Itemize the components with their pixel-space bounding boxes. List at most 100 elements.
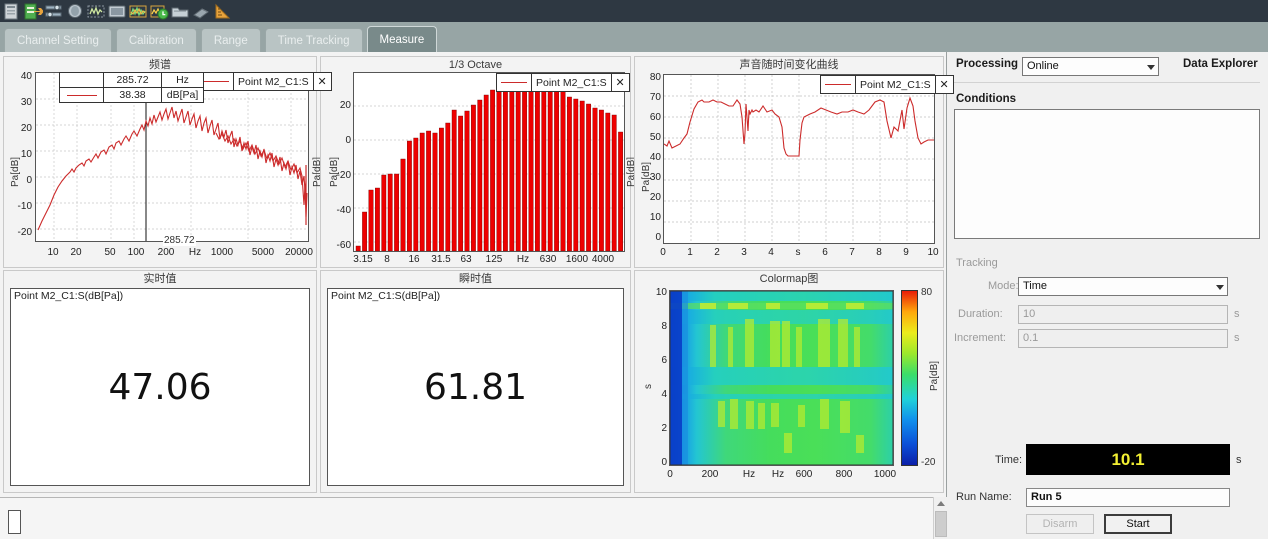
- spectrum-cursor-level: 38.38: [103, 87, 162, 103]
- tracking-row: Tracking: [956, 257, 998, 269]
- duration-value: 10: [1023, 308, 1036, 320]
- start-button[interactable]: Start: [1104, 514, 1172, 534]
- time-curve-ytick: 10: [649, 212, 661, 223]
- increment-value: 0.1: [1023, 332, 1039, 344]
- bottom-bar: [0, 497, 947, 539]
- spectrum-xtick: 100: [127, 247, 145, 258]
- spectrum-xtick: 10: [47, 247, 59, 258]
- export-data-icon[interactable]: [23, 2, 43, 21]
- spectrum-ytick: -10: [17, 201, 32, 212]
- spectrum-close-icon[interactable]: ✕: [312, 73, 331, 90]
- spectrum-panel: 频谱 Pa[dB] Pa[dB] 40 30 20 10 0 -10 -20 2…: [3, 56, 332, 268]
- colormap-ytick: 4: [661, 389, 667, 400]
- octave-xtick: 3.15: [353, 254, 373, 265]
- octave-xtick: 31.5: [431, 254, 451, 265]
- monitor-icon[interactable]: [107, 2, 127, 21]
- instant-value-panel: 瞬时值 Point M2_C1:S(dB[Pa]) 61.81: [320, 270, 631, 493]
- colormap-xtick: 0: [667, 469, 673, 480]
- instant-value-display[interactable]: Point M2_C1:S(dB[Pa]) 61.81: [327, 288, 624, 486]
- time-readout: 10.1: [1026, 444, 1230, 475]
- octave-legend-label: Point M2_C1:S: [536, 76, 607, 89]
- ruler-icon[interactable]: [212, 2, 232, 21]
- spectrum-cursor-frequency: 285.72: [103, 72, 162, 88]
- spectrum-ytick: -20: [17, 227, 32, 238]
- channel-setup-icon[interactable]: [44, 2, 64, 21]
- scroll-up-icon[interactable]: [937, 501, 945, 506]
- octave-xtick: 4000: [591, 254, 615, 265]
- colormap-xtick: 200: [701, 469, 719, 480]
- spectrum-ytick: 40: [20, 71, 32, 82]
- tab-measure[interactable]: Measure: [366, 26, 438, 52]
- octave-plot[interactable]: [353, 72, 625, 252]
- tab-time-tracking[interactable]: Time Tracking: [264, 28, 363, 52]
- data-explorer-label: Data Explorer: [1183, 58, 1258, 70]
- tracking-label: Tracking: [956, 257, 998, 269]
- time-row: Time:: [995, 454, 1022, 466]
- tab-calibration[interactable]: Calibration: [115, 28, 197, 52]
- eraser-icon[interactable]: [191, 2, 211, 21]
- duration-label: Duration:: [958, 308, 1003, 320]
- octave-xtick: 63: [460, 254, 472, 265]
- workspace-scrollbar[interactable]: [933, 497, 947, 539]
- increment-unit: s: [1234, 332, 1240, 344]
- octave-xtick: 8: [384, 254, 390, 265]
- colormap-xtick: 600: [795, 469, 813, 480]
- colormap-plot[interactable]: [669, 290, 894, 466]
- spectrum-ytick: 30: [20, 97, 32, 108]
- time-curve-xtick: 7: [849, 247, 855, 258]
- time-curve-xtick: 6: [822, 247, 828, 258]
- octave-xtick: 125: [485, 254, 503, 265]
- colormap-ytick: 10: [655, 287, 667, 298]
- duration-input[interactable]: 10: [1018, 305, 1228, 324]
- spectrum-xtick: 50: [104, 247, 116, 258]
- tab-channel-setting[interactable]: Channel Setting: [4, 28, 112, 52]
- processing-select[interactable]: Online: [1022, 57, 1159, 76]
- scrollbar-thumb[interactable]: [935, 511, 947, 537]
- spectrum-xtick: 20000: [285, 247, 313, 258]
- folder-icon[interactable]: [170, 2, 190, 21]
- run-name-input[interactable]: Run 5: [1026, 488, 1230, 507]
- disarm-button[interactable]: Disarm: [1026, 514, 1094, 534]
- spectrum-title: 频谱: [149, 59, 171, 71]
- octave-legend-swatch: [497, 74, 532, 91]
- time-curve-close-icon[interactable]: ✕: [934, 76, 953, 93]
- time-curve-panel: 声音随时间变化曲线 Pa[dB] 80 70 60 50 40 30 20 10…: [634, 56, 954, 268]
- report-icon[interactable]: [2, 2, 22, 21]
- colormap-ytick: 0: [661, 457, 667, 468]
- time-curve-ytick: 0: [655, 232, 661, 243]
- tab-range[interactable]: Range: [200, 28, 261, 52]
- time-curve-x-axis-label: s: [795, 247, 801, 258]
- record-icon[interactable]: [149, 2, 169, 21]
- realtime-value-display[interactable]: Point M2_C1:S(dB[Pa]) 47.06: [10, 288, 310, 486]
- waveform-view-icon[interactable]: [86, 2, 106, 21]
- spectrum-legend: Point M2_C1:S ✕: [198, 72, 332, 91]
- spectrum-xtick: 1000: [210, 247, 234, 258]
- spectrum-ytick: 10: [20, 149, 32, 160]
- microphone-icon[interactable]: [65, 2, 85, 21]
- multi-trace-icon[interactable]: [128, 2, 148, 21]
- run-name-value: Run 5: [1031, 491, 1062, 503]
- octave-xtick: 630: [539, 254, 557, 265]
- duration-unit: s: [1234, 308, 1240, 320]
- bottom-placeholder-box[interactable]: [8, 510, 21, 534]
- spectrum-ytick: 0: [26, 175, 32, 186]
- octave-ytick: -40: [336, 205, 351, 216]
- colormap-colorbar: [901, 290, 918, 466]
- octave-close-icon[interactable]: ✕: [610, 74, 629, 91]
- instant-value-number: 61.81: [423, 367, 528, 408]
- time-curve-legend-swatch: [821, 76, 856, 93]
- realtime-value-panel: 实时值 Point M2_C1:S(dB[Pa]) 47.06: [3, 270, 317, 493]
- mode-select[interactable]: Time: [1018, 277, 1228, 296]
- right-sidebar: Processing Online Data Explorer Conditio…: [948, 52, 1268, 539]
- instant-value-label: Point M2_C1:S(dB[Pa]): [331, 290, 441, 302]
- time-curve-ytick: 20: [649, 192, 661, 203]
- time-curve-ytick: 80: [649, 72, 661, 83]
- time-curve-plot[interactable]: [663, 74, 935, 244]
- spectrum-cursor-level-unit: dB[Pa]: [161, 87, 204, 103]
- increment-input[interactable]: 0.1: [1018, 329, 1228, 348]
- conditions-label: Conditions: [956, 93, 1017, 105]
- conditions-listbox[interactable]: [954, 109, 1260, 239]
- octave-xtick: 1600: [565, 254, 589, 265]
- colormap-ytick: 6: [661, 355, 667, 366]
- data-explorer-row[interactable]: Data Explorer: [1183, 58, 1258, 70]
